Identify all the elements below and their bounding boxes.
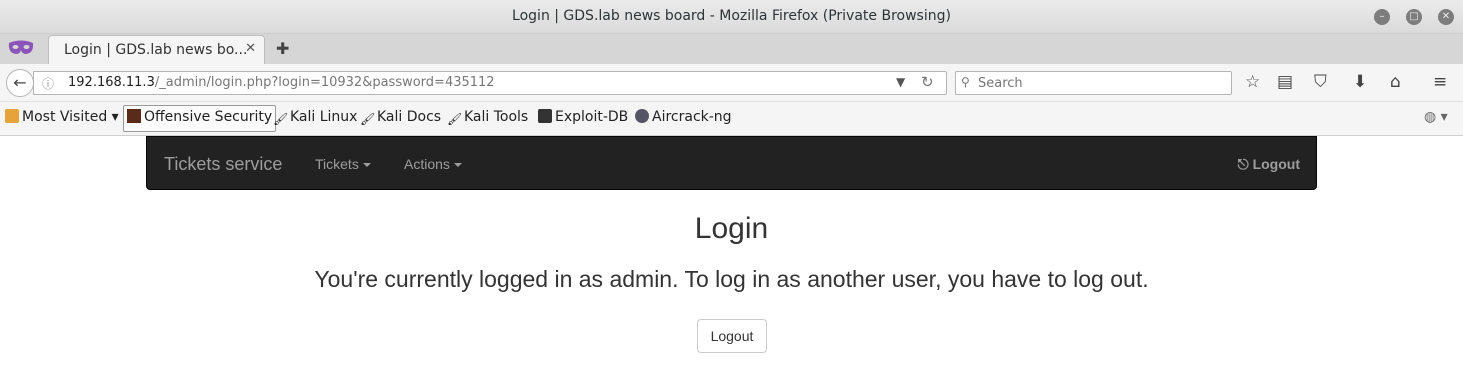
folder-icon [5, 109, 19, 123]
url-text[interactable]: 192.168.11.3/_admin/login.php?login=1093… [68, 75, 495, 90]
downloads-icon[interactable]: ⬇ [1353, 72, 1367, 92]
pocket-icon[interactable]: ⛉ [1314, 72, 1327, 92]
logout-button[interactable]: Logout [697, 319, 767, 353]
close-window-icon[interactable]: ✕ [1438, 9, 1454, 25]
window-titlebar: Login | GDS.lab news board - Mozilla Fir… [0, 0, 1463, 34]
bookmark-label: Most Visited ▾ [22, 109, 119, 125]
aircrack-icon [635, 109, 649, 123]
reload-icon[interactable]: ↻ [921, 73, 934, 91]
offensive-security-icon [127, 109, 141, 123]
bookmark-aircrack-ng[interactable]: Aircrack-ng [635, 109, 732, 125]
search-input[interactable] [978, 74, 1228, 92]
kali-dragon-icon: 🖌 [447, 112, 463, 126]
minimize-icon[interactable]: – [1374, 9, 1390, 25]
page-content: Tickets service Tickets Actions ⎋ Logout… [0, 136, 1463, 375]
window-title: Login | GDS.lab news board - Mozilla Fir… [512, 8, 951, 24]
url-dropdown-icon[interactable]: ▼ [896, 75, 905, 89]
reading-list-icon[interactable]: ▤ [1277, 72, 1293, 92]
bookmark-label: Kali Tools [464, 109, 529, 125]
bookmark-kali-docs[interactable]: 🖌 Kali Docs [360, 109, 441, 126]
globe-icon[interactable]: ◍ ▾ [1424, 109, 1448, 125]
nav-label: Actions [404, 156, 450, 172]
nav-tickets-dropdown[interactable]: Tickets [315, 156, 371, 172]
nav-logout-label: Logout [1252, 156, 1300, 172]
home-icon[interactable]: ⌂ [1390, 72, 1401, 92]
bookmark-kali-linux[interactable]: 🖌 Kali Linux [273, 109, 357, 126]
logout-icon: ⎋ [1237, 156, 1253, 172]
close-tab-icon[interactable]: ✕ [245, 41, 256, 56]
search-icon: ⚲ [961, 75, 970, 89]
url-bar[interactable]: ⓘ 192.168.11.3/_admin/login.php?login=10… [33, 71, 947, 95]
caret-down-icon [453, 163, 462, 167]
caret-down-icon [362, 163, 371, 167]
brand-link[interactable]: Tickets service [164, 154, 282, 175]
kali-dragon-icon: 🖌 [273, 112, 289, 126]
bookmark-label: Exploit-DB [555, 109, 629, 125]
tab-login[interactable]: Login | GDS.lab news bo... ✕ [48, 35, 265, 65]
tab-label: Login | GDS.lab news bo... [64, 42, 248, 58]
search-bar[interactable]: ⚲ [955, 71, 1232, 95]
login-status-message: You're currently logged in as admin. To … [314, 266, 1149, 292]
bookmark-star-icon[interactable]: ☆ [1245, 72, 1260, 92]
url-host: 192.168.11.3 [68, 75, 155, 90]
bookmark-offensive-security[interactable]: Offensive Security [123, 105, 277, 132]
kali-dragon-icon: 🖌 [360, 112, 376, 126]
menu-icon[interactable]: ≡ [1433, 72, 1447, 92]
bookmark-label: Kali Linux [290, 109, 358, 125]
private-browsing-mask-icon [8, 40, 34, 54]
bookmarks-toolbar: Most Visited ▾ Offensive Security 🖌 Kali … [0, 102, 1463, 136]
bookmark-label: Aircrack-ng [652, 109, 732, 125]
exploit-db-icon [538, 109, 552, 123]
nav-label: Tickets [315, 156, 359, 172]
nav-logout-link[interactable]: ⎋ Logout [1238, 156, 1300, 173]
bookmark-label: Kali Docs [377, 109, 442, 125]
bookmark-exploit-db[interactable]: Exploit-DB [538, 109, 628, 125]
back-button[interactable]: ← [6, 69, 34, 97]
tab-strip: Login | GDS.lab news bo... ✕ ✚ [0, 34, 1463, 65]
url-path: /_admin/login.php?login=10932&password=4… [154, 75, 495, 90]
info-icon[interactable]: ⓘ [42, 75, 54, 92]
browser-toolbar: ⓘ 192.168.11.3/_admin/login.php?login=10… [0, 64, 1463, 102]
maximize-icon[interactable]: □ [1406, 9, 1422, 25]
bookmark-kali-tools[interactable]: 🖌 Kali Tools [447, 109, 528, 126]
new-tab-icon[interactable]: ✚ [276, 39, 289, 58]
page-title: Login [694, 212, 769, 245]
bookmark-label: Offensive Security [144, 109, 273, 125]
bookmark-most-visited[interactable]: Most Visited ▾ [5, 109, 119, 125]
app-navbar: Tickets service Tickets Actions ⎋ Logout [146, 136, 1317, 190]
nav-actions-dropdown[interactable]: Actions [404, 156, 462, 172]
